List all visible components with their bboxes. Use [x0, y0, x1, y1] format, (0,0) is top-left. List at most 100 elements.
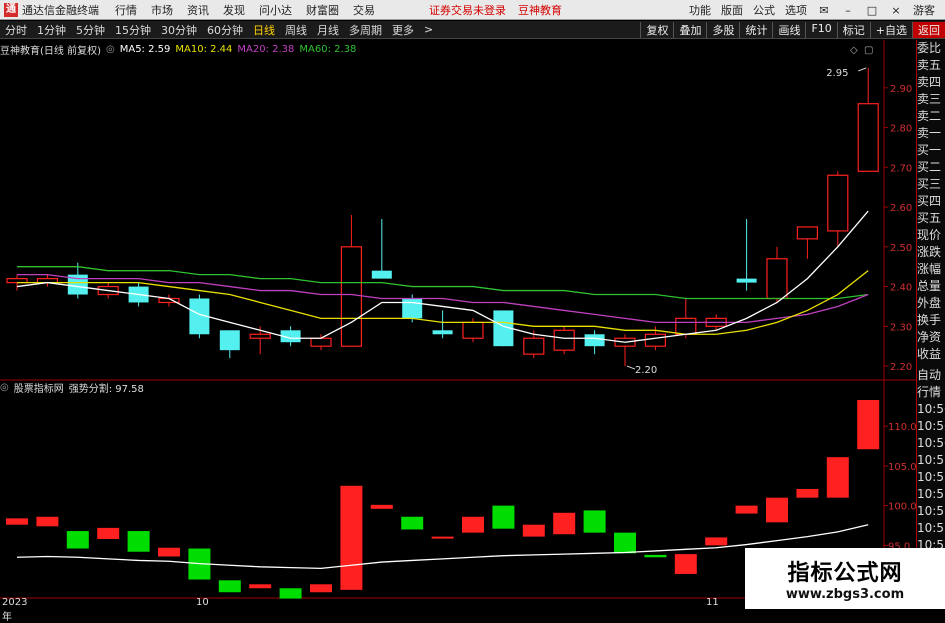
period-tab-1min[interactable]: 1分钟 [35, 22, 68, 38]
indicator-settings-icon[interactable]: ◎ [0, 382, 9, 393]
ma20-label: MA20: 2.38 [237, 43, 295, 55]
y-tick-label: 2.40 [890, 283, 912, 294]
candle-body-up [827, 174, 849, 232]
candle-body-up [310, 337, 332, 347]
date-label-nov: 11 [706, 597, 719, 608]
minimize-icon[interactable]: – [841, 4, 855, 17]
sub-y-tick-label: 100.0 [888, 502, 916, 513]
menu-item-layout[interactable]: 版面 [721, 2, 743, 18]
tool-overlay-button[interactable]: 叠加 [673, 21, 706, 38]
candle-body-down [584, 334, 605, 347]
tool-draw-button[interactable]: 画线 [772, 21, 805, 38]
mail-icon[interactable]: ✉ [817, 4, 831, 17]
candle-body-down [219, 330, 240, 351]
side-panel-item[interactable]: 卖五 [917, 57, 945, 74]
pane-options-icon: ◇ [850, 45, 858, 56]
side-panel-item[interactable]: 卖三 [917, 91, 945, 108]
side-panel-item[interactable]: 收益 [917, 346, 945, 363]
period-tab-60min[interactable]: 60分钟 [205, 22, 245, 38]
side-panel-item[interactable]: 买三 [917, 176, 945, 193]
side-panel-time-item[interactable]: 10:56 [917, 401, 945, 418]
side-panel-item[interactable]: 买四 [917, 193, 945, 210]
chart-area[interactable]: 2.202.302.402.502.602.702.802.9095.0100.… [0, 40, 916, 609]
indicator-bar-down [127, 531, 150, 552]
indicator-bar-down [218, 580, 241, 593]
side-panel-item[interactable]: 委比 [917, 40, 945, 57]
candle-body-up [766, 258, 788, 300]
side-panel-time-item[interactable]: 10:57 [917, 520, 945, 537]
side-panel-time-item[interactable]: 自动 [917, 367, 945, 384]
side-panel-item[interactable]: 换手 [917, 312, 945, 329]
period-tab-weekly[interactable]: 周线 [283, 22, 309, 38]
period-tab-more[interactable]: 更多 [390, 22, 416, 38]
close-icon[interactable]: × [889, 4, 903, 17]
period-tab-daily[interactable]: 日线 [251, 22, 277, 38]
side-panel-item[interactable]: 买一 [917, 142, 945, 159]
tool-mark-button[interactable]: 标记 [836, 21, 870, 38]
menu-item-options[interactable]: 选项 [785, 2, 807, 18]
side-panel-item[interactable]: 买二 [917, 159, 945, 176]
tool-multi-stock-button[interactable]: 多股 [706, 21, 739, 38]
menu-item-formula[interactable]: 公式 [753, 2, 775, 18]
tool-back-button[interactable]: 返回 [912, 21, 945, 38]
side-panel-item[interactable]: 净资 [917, 329, 945, 346]
menu-item-wealth[interactable]: 财富圈 [306, 2, 339, 18]
candle-body-down [371, 270, 392, 279]
side-panel-time-item[interactable]: 10:56 [917, 435, 945, 452]
menu-item-market[interactable]: 市场 [151, 2, 173, 18]
menu-item-discover[interactable]: 发现 [223, 2, 245, 18]
menu-item-function[interactable]: 功能 [689, 2, 711, 18]
guest-label[interactable]: 游客 [913, 2, 935, 18]
menu-item-news[interactable]: 资讯 [187, 2, 209, 18]
side-panel-item[interactable]: 卖二 [917, 108, 945, 125]
candle-body-down [432, 330, 453, 335]
indicator-bar-up [705, 537, 728, 546]
watermark-title: 指标公式网 [787, 561, 903, 586]
side-panel-item[interactable]: 涨跌 [917, 244, 945, 261]
settings-icon[interactable]: ◎ [106, 44, 115, 55]
login-notice[interactable]: 证券交易未登录 [429, 2, 506, 18]
period-tab-15min[interactable]: 15分钟 [113, 22, 153, 38]
candle-body-up [523, 337, 545, 355]
period-tab-multi[interactable]: 多周期 [347, 22, 384, 38]
side-panel-item[interactable]: 买五 [917, 210, 945, 227]
tool-add-watchlist-button[interactable]: +自选 [869, 21, 912, 38]
tool-f10-button[interactable]: F10 [805, 21, 836, 38]
side-panel-time-item[interactable]: 10:56 [917, 418, 945, 435]
indicator-bar-up [766, 497, 788, 523]
sub-y-tick-label: 110.0 [888, 422, 916, 433]
maximize-icon[interactable]: □ [865, 4, 879, 17]
side-panel-time-item[interactable]: 10:57 [917, 486, 945, 503]
side-panel-time-item[interactable]: 10:57 [917, 452, 945, 469]
ma60-label: MA60: 2.38 [299, 43, 357, 55]
side-panel-item[interactable]: 涨幅 [917, 261, 945, 278]
menu-item-ask[interactable]: 问小达 [259, 2, 292, 18]
side-panel-item[interactable]: 总量 [917, 278, 945, 295]
indicator-bar-up [370, 504, 393, 509]
side-panel-item[interactable]: 外盘 [917, 295, 945, 312]
indicator-bar-up [857, 399, 880, 450]
indicator-bar-up [462, 516, 484, 533]
menu-item-quotes[interactable]: 行情 [115, 2, 137, 18]
candle-body-up [796, 226, 819, 240]
indicator-bar-down [279, 588, 302, 599]
period-tab-5min[interactable]: 5分钟 [74, 22, 107, 38]
indicator-bar-down [401, 516, 424, 530]
side-panel-time-item[interactable]: 行情 [917, 384, 945, 401]
sub-y-tick-label: 105.0 [888, 462, 916, 473]
period-tab-intraday[interactable]: 分时 [3, 22, 29, 38]
side-panel-item[interactable]: 卖四 [917, 74, 945, 91]
menu-item-trade[interactable]: 交易 [353, 2, 375, 18]
period-tab-monthly[interactable]: 月线 [315, 22, 341, 38]
side-panel-time-item[interactable]: 10:57 [917, 469, 945, 486]
indicator-bar-up [674, 554, 697, 574]
side-panel-time-item[interactable]: 10:57 [917, 503, 945, 520]
indicator-bar-down [66, 531, 89, 549]
period-tab-30min[interactable]: 30分钟 [159, 22, 199, 38]
indicator-bar-up [735, 505, 758, 514]
tool-adjust-button[interactable]: 复权 [640, 21, 673, 38]
chevron-right-icon[interactable]: > [422, 23, 435, 36]
side-panel-item[interactable]: 卖一 [917, 125, 945, 142]
tool-stats-button[interactable]: 统计 [739, 21, 772, 38]
side-panel-item[interactable]: 现价 [917, 227, 945, 244]
